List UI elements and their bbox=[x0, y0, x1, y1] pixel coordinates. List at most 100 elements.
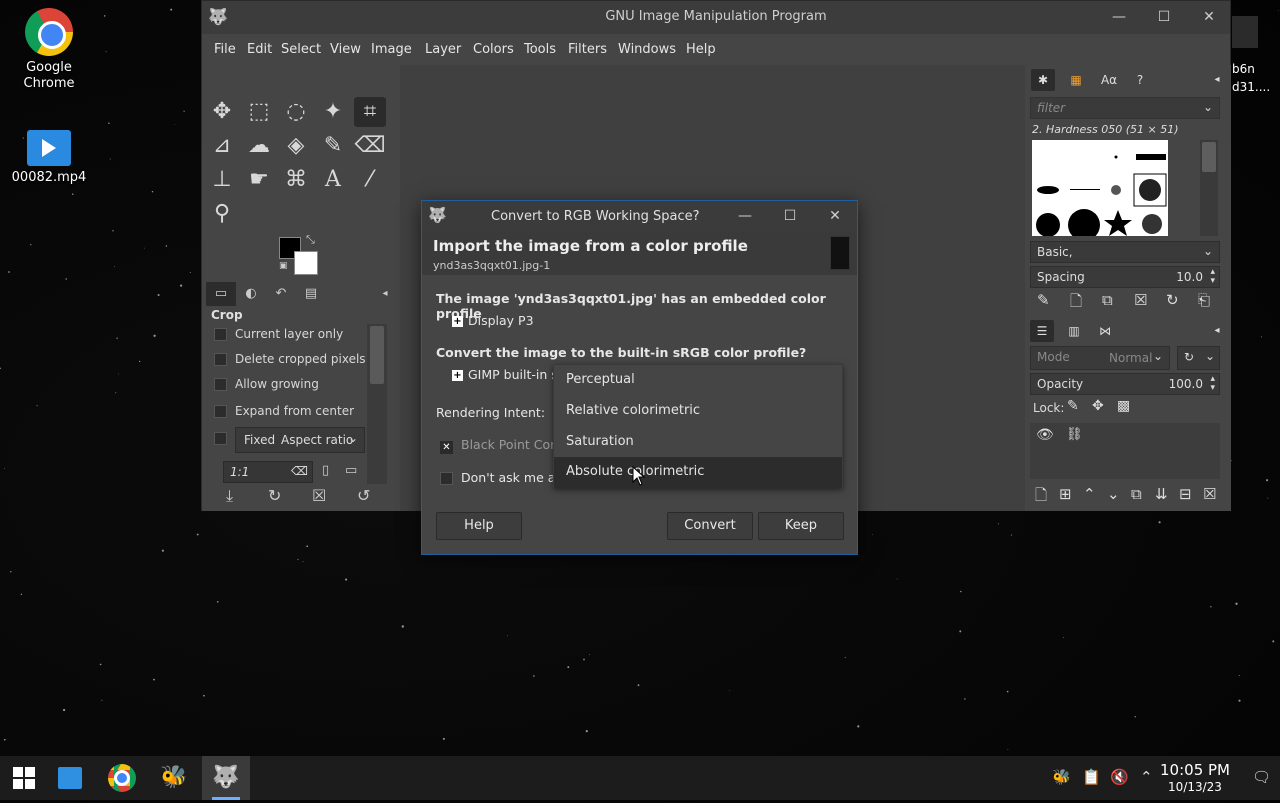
dont-ask-checkbox[interactable] bbox=[440, 472, 453, 485]
dock-menu-icon[interactable]: ◂ bbox=[1205, 69, 1229, 91]
refresh-brushes-icon[interactable]: ↻ bbox=[1166, 291, 1179, 309]
desktop-icon-chrome[interactable]: Google Chrome bbox=[7, 8, 91, 92]
dialog-close-button[interactable]: ✕ bbox=[824, 206, 846, 226]
lock-pixels-icon[interactable]: ✎ bbox=[1067, 398, 1079, 414]
expand-icon[interactable]: + bbox=[452, 316, 463, 327]
dock-menu-icon[interactable]: ◂ bbox=[1205, 320, 1229, 342]
menu-windows[interactable]: Windows bbox=[618, 42, 676, 57]
help-tab-icon[interactable]: ? bbox=[1128, 69, 1152, 91]
option-current-layer-only[interactable]: Current layer only bbox=[214, 327, 343, 347]
dialog-minimize-button[interactable]: — bbox=[734, 206, 756, 226]
builtin-profile-row[interactable]: + GIMP built-in s bbox=[452, 367, 558, 382]
swap-colors-icon[interactable]: ⤡ bbox=[306, 233, 315, 247]
checkbox[interactable] bbox=[214, 405, 227, 418]
tray-app-icon[interactable]: 🐝 bbox=[1052, 768, 1071, 786]
dialog-titlebar[interactable]: 🐺 Convert to RGB Working Space? — ☐ ✕ bbox=[422, 201, 857, 231]
taskbar-store[interactable] bbox=[46, 756, 94, 800]
lasso-tool-icon[interactable]: ◌ bbox=[280, 97, 312, 127]
spin-arrows-icon[interactable]: ▴ ▾ bbox=[1210, 268, 1215, 286]
clear-icon[interactable]: ⌫ bbox=[291, 464, 308, 478]
checkbox[interactable] bbox=[214, 378, 227, 391]
portrait-icon[interactable]: ▯ bbox=[322, 463, 329, 478]
convert-button[interactable]: Convert bbox=[667, 512, 753, 540]
brush-filter-input[interactable]: filter ⌄ bbox=[1030, 97, 1220, 119]
taskbar-chrome[interactable] bbox=[98, 756, 146, 800]
option-allow-growing[interactable]: Allow growing bbox=[214, 377, 319, 397]
composite-mode-combo[interactable]: ↻ ⌄ bbox=[1177, 346, 1220, 370]
tab-images[interactable]: ▤ bbox=[296, 282, 326, 306]
menu-file[interactable]: File bbox=[214, 42, 236, 57]
new-layer-icon[interactable]: ⊞ bbox=[1059, 485, 1072, 503]
clock[interactable]: 10:05 PM 10/13/23 bbox=[1160, 761, 1230, 795]
mask-layer-icon[interactable]: ⊟ bbox=[1179, 485, 1192, 503]
tab-menu-icon[interactable]: ◂ bbox=[370, 282, 400, 306]
menu-colors[interactable]: Colors bbox=[473, 42, 514, 57]
intent-option-saturation[interactable]: Saturation bbox=[554, 427, 842, 458]
smudge-tool-icon[interactable]: ☛ bbox=[243, 165, 275, 195]
new-layer-group-icon[interactable]: 🗋 bbox=[1035, 485, 1047, 510]
raise-layer-icon[interactable]: ⌃ bbox=[1083, 485, 1096, 503]
taskbar-gimp[interactable]: 🐺 bbox=[202, 756, 250, 800]
text-tool-icon[interactable]: A bbox=[317, 165, 349, 195]
lock-alpha-icon[interactable]: ▩ bbox=[1117, 398, 1130, 414]
tool-options-scrollbar[interactable] bbox=[367, 324, 387, 484]
paths-tool-icon[interactable]: ⌘ bbox=[280, 165, 312, 195]
gimp-titlebar[interactable]: 🐺 GNU Image Manipulation Program — ☐ ✕ bbox=[202, 1, 1230, 34]
notifications-icon[interactable]: 🗨 bbox=[1252, 768, 1271, 786]
embedded-profile-row[interactable]: + Display P3 bbox=[452, 313, 534, 328]
spin-arrows-icon[interactable]: ▴ ▾ bbox=[1210, 375, 1215, 393]
intent-option-relative-colorimetric[interactable]: Relative colorimetric bbox=[554, 396, 842, 427]
brushes-tab-icon[interactable]: ✱ bbox=[1031, 69, 1055, 91]
checkbox[interactable] bbox=[214, 328, 227, 341]
dialog-maximize-button[interactable]: ☐ bbox=[779, 206, 801, 226]
menu-help[interactable]: Help bbox=[686, 42, 716, 57]
black-point-checkbox[interactable]: ✕ bbox=[440, 441, 453, 454]
chain-link-icon[interactable]: ⛓ bbox=[1066, 427, 1083, 442]
layers-list[interactable]: 👁 ⛓ bbox=[1030, 423, 1220, 479]
brush-scrollbar[interactable] bbox=[1200, 140, 1218, 236]
help-button[interactable]: Help bbox=[436, 512, 522, 540]
chevron-up-icon[interactable]: ⌃ bbox=[1140, 768, 1153, 786]
lock-position-icon[interactable]: ✥ bbox=[1092, 398, 1104, 414]
transform-tool-icon[interactable]: ⊿ bbox=[206, 131, 238, 161]
checkbox[interactable] bbox=[214, 353, 227, 366]
taskbar-app[interactable]: 🐝 bbox=[150, 756, 198, 800]
menu-select[interactable]: Select bbox=[281, 42, 321, 57]
black-point-row[interactable]: ✕ Black Point Con bbox=[440, 437, 558, 454]
aspect-ratio-input[interactable]: 1:1 ⌫ bbox=[223, 461, 313, 483]
minimize-button[interactable]: — bbox=[1108, 7, 1130, 27]
color-picker-tool-icon[interactable]: ⁄ bbox=[354, 165, 386, 195]
close-button[interactable]: ✕ bbox=[1198, 7, 1220, 27]
fonts-tab-icon[interactable]: Aα bbox=[1097, 69, 1121, 91]
visibility-eye-icon[interactable]: 👁 bbox=[1036, 427, 1054, 443]
rect-select-tool-icon[interactable]: ⬚ bbox=[243, 97, 275, 127]
eraser-tool-icon[interactable]: ⌫ bbox=[354, 131, 386, 161]
maximize-button[interactable]: ☐ bbox=[1153, 7, 1175, 27]
paintbrush-tool-icon[interactable]: ✎ bbox=[317, 131, 349, 161]
scrollbar-thumb[interactable] bbox=[370, 326, 384, 384]
anchor-layer-icon[interactable]: ⇊ bbox=[1155, 485, 1168, 503]
menu-edit[interactable]: Edit bbox=[247, 42, 272, 57]
brush-tag-combo[interactable]: Basic, ⌄ bbox=[1030, 241, 1220, 263]
start-button[interactable] bbox=[0, 756, 48, 800]
volume-muted-icon[interactable]: 🔇 bbox=[1110, 768, 1129, 786]
tab-undo-history[interactable]: ↶ bbox=[266, 282, 296, 306]
tab-device-status[interactable]: ◐ bbox=[236, 282, 266, 306]
layers-tab-icon[interactable]: ☰ bbox=[1030, 320, 1054, 342]
keep-button[interactable]: Keep bbox=[758, 512, 844, 540]
lower-layer-icon[interactable]: ⌄ bbox=[1107, 485, 1120, 503]
dont-ask-row[interactable]: Don't ask me a bbox=[440, 470, 555, 485]
tab-tool-options[interactable]: ▭ bbox=[206, 282, 236, 306]
paths-tab-icon[interactable]: ⋈ bbox=[1093, 320, 1117, 342]
default-colors-icon[interactable]: ▣ bbox=[279, 261, 288, 271]
option-delete-cropped-pixels[interactable]: Delete cropped pixels bbox=[214, 352, 366, 372]
restore-options-icon[interactable]: ↻ bbox=[268, 486, 281, 505]
bucket-fill-tool-icon[interactable]: ◈ bbox=[280, 131, 312, 161]
opacity-spinner[interactable]: Opacity 100.0 ▴ ▾ bbox=[1030, 373, 1220, 395]
layer-mode-combo[interactable]: Mode Normal ⌄ bbox=[1030, 346, 1170, 370]
menu-image[interactable]: Image bbox=[371, 42, 412, 57]
desktop-icon-video[interactable]: 00082.mp4 bbox=[7, 124, 91, 186]
duplicate-layer-icon[interactable]: ⧉ bbox=[1131, 485, 1142, 503]
duplicate-brush-icon[interactable]: ⧉ bbox=[1102, 291, 1113, 309]
option-expand-from-center[interactable]: Expand from center bbox=[214, 404, 354, 424]
